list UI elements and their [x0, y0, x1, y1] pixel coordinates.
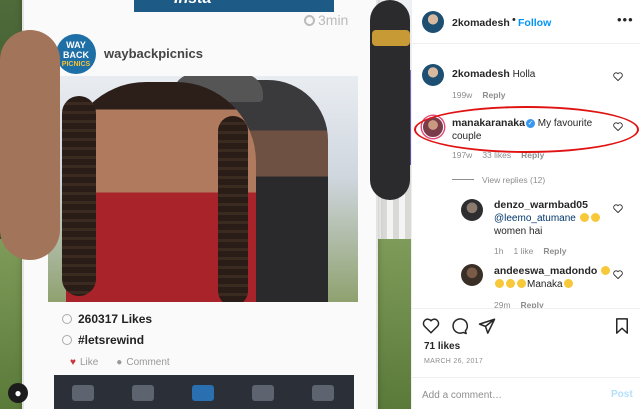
frame-photo-window [48, 76, 358, 302]
view-replies-button[interactable]: View replies (12) [452, 175, 545, 185]
heart-icon: ♥ [70, 357, 76, 368]
post-photo[interactable]: Insta 3min WAY BACKPICNICS waybackpicnic… [0, 0, 411, 409]
braids-right [218, 116, 248, 302]
save-bookmark-icon[interactable] [613, 317, 631, 335]
heart-icon [62, 314, 72, 324]
like-comment-heart-icon[interactable] [613, 72, 623, 81]
comment-text: Holla [512, 69, 536, 80]
avatar[interactable] [422, 64, 444, 86]
reply-time[interactable]: 1h [494, 246, 503, 256]
reply-button[interactable]: Reply [521, 150, 544, 160]
frame-actions: ♥ Like ● Comment [70, 357, 170, 368]
left-arm [0, 30, 60, 260]
comment-icon: ● [116, 357, 123, 368]
mention-link[interactable]: @leemo_atumane [494, 213, 576, 224]
frame-handle: waybackpicnics [104, 46, 203, 61]
clock-icon [304, 15, 315, 26]
add-comment-input[interactable] [422, 387, 592, 403]
comment-item: manakaranaka ✓ My favourite couple 197w 33… [412, 110, 640, 160]
post-side-panel: 2komadesh • Follow ••• 2komadesh Holla 1… [411, 0, 640, 409]
laughing-emoji-icon [517, 279, 526, 288]
comment-icon [62, 335, 72, 345]
laughing-emoji-icon [579, 213, 589, 222]
comment-likes[interactable]: 33 likes [482, 150, 511, 160]
separator-dot: • [512, 14, 516, 26]
reply-button[interactable]: Reply [521, 300, 544, 308]
add-comment-row: Post [412, 377, 640, 409]
laughing-emoji-icon [506, 279, 515, 288]
frame-banner: Insta [134, 0, 334, 12]
wristwatch [372, 30, 410, 46]
post-date[interactable]: MARCH 26, 2017 [424, 358, 483, 365]
like-heart-icon[interactable] [422, 317, 440, 335]
follow-button[interactable]: Follow [518, 17, 551, 29]
comment-meta: 197w 33 likes Reply [452, 150, 554, 160]
reply-meta: 1h 1 like Reply [494, 246, 576, 256]
tag-user-icon[interactable]: ● [8, 383, 28, 403]
frame-likes: 260317 Likes [62, 312, 152, 326]
avatar[interactable] [461, 199, 483, 221]
frame-time: 3min [304, 12, 348, 28]
reply-item: andeeswa_madondo Manaka 29m Reply [412, 262, 640, 308]
frame-logo: WAY BACK PICNICS [56, 34, 96, 74]
share-paper-plane-icon[interactable] [478, 317, 496, 335]
author-username[interactable]: 2komadesh [452, 17, 510, 29]
heart-icon [252, 385, 274, 401]
reply-meta: 29m Reply [494, 300, 554, 308]
reply-button[interactable]: Reply [543, 246, 566, 256]
home-icon [72, 385, 94, 401]
comment-item: 2komadesh Holla 199w Reply [412, 60, 640, 100]
post-comment-button[interactable]: Post [611, 389, 633, 400]
post-header: 2komadesh • Follow ••• [412, 0, 640, 44]
braids-left [62, 96, 96, 296]
scream-emoji-icon [563, 279, 573, 288]
reply-text: women hai [494, 226, 543, 237]
laughing-emoji-icon [590, 213, 600, 222]
like-reply-heart-icon[interactable] [613, 270, 623, 279]
post-likes-count[interactable]: 71 likes [424, 341, 460, 352]
reply-time[interactable]: 29m [494, 300, 511, 308]
more-options-icon[interactable]: ••• [617, 12, 634, 27]
frame-nav-bar [54, 375, 354, 409]
explore-icon [132, 385, 154, 401]
avatar[interactable] [422, 11, 444, 33]
avatar[interactable] [461, 264, 483, 286]
like-reply-heart-icon[interactable] [613, 204, 623, 213]
reply-username[interactable]: denzo_warmbad05 [494, 199, 588, 211]
verified-badge-icon: ✓ [525, 119, 535, 128]
comment-meta: 199w Reply [452, 90, 515, 100]
comment-username[interactable]: manakaranaka [452, 117, 525, 129]
comment-time[interactable]: 197w [452, 150, 472, 160]
avatar[interactable] [422, 116, 444, 138]
frame-hashtag: #letsrewind [62, 333, 144, 347]
profile-icon [312, 385, 334, 401]
post-actions: 71 likes MARCH 26, 2017 Post [412, 308, 640, 409]
laughing-emoji-icon [601, 266, 611, 275]
reply-likes[interactable]: 1 like [513, 246, 533, 256]
camera-icon [192, 385, 214, 401]
reply-username[interactable]: andeeswa_madondo [494, 265, 597, 277]
like-comment-heart-icon[interactable] [613, 122, 623, 131]
laughing-emoji-icon [495, 279, 504, 288]
comments-list[interactable]: 2komadesh Holla 199w Reply manakaranaka ✓ … [412, 44, 640, 308]
comment-username[interactable]: 2komadesh [452, 68, 510, 80]
comment-time[interactable]: 199w [452, 90, 472, 100]
comment-bubble-icon[interactable] [450, 317, 468, 335]
divider-line [452, 179, 474, 180]
reply-text: Manaka [527, 279, 563, 290]
instagram-prop-frame: Insta 3min WAY BACKPICNICS waybackpicnic… [22, 0, 378, 409]
reply-item: denzo_warmbad05 @leemo_atumane women hai… [412, 196, 640, 256]
reply-button[interactable]: Reply [482, 90, 505, 100]
